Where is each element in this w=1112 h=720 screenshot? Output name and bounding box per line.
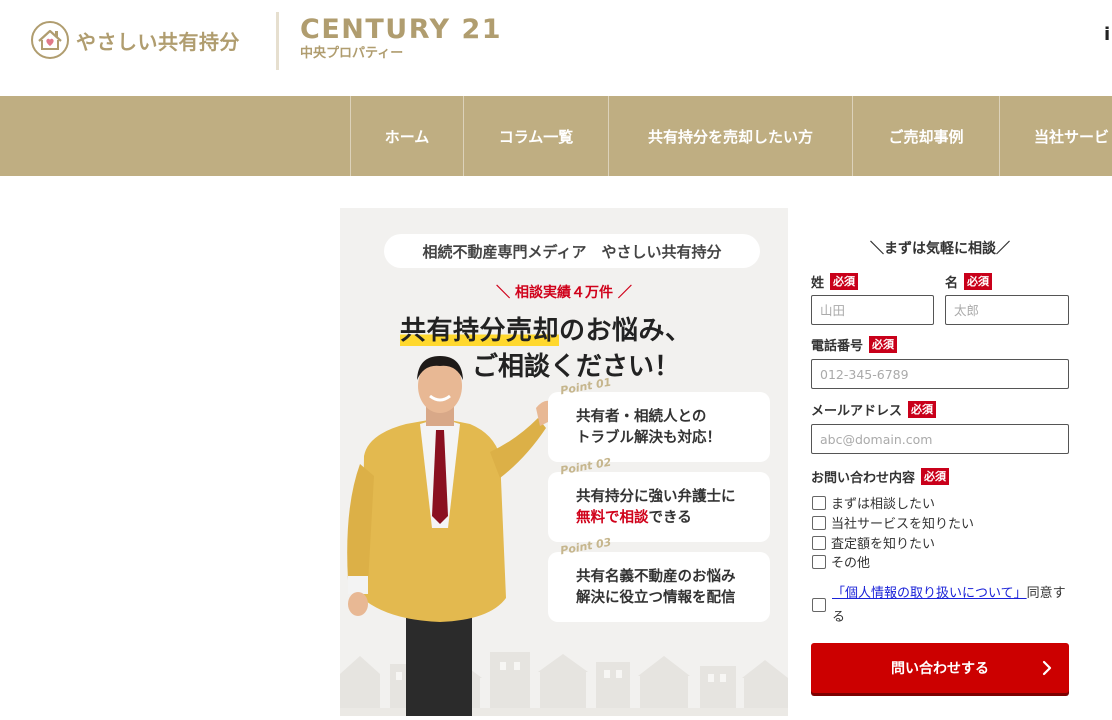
site-header: やさしい共有持分 CENTURY 21 中央プロパティー i [0,0,1112,96]
house-heart-icon [31,21,69,59]
site-name: やさしい共有持分 [76,29,240,54]
chevron-right-icon [1042,660,1052,676]
phone-label: 電話番号 必須 [811,335,898,354]
email-input[interactable] [811,424,1069,454]
nav-item-home[interactable]: ホーム [350,96,463,176]
point-line1: 共有者・相続人との [576,409,707,425]
last-name-input[interactable] [811,295,934,325]
header-edge-glyph: i [1104,24,1111,44]
submit-label: 問い合わせする [891,661,989,677]
site-logo[interactable]: やさしい共有持分 [30,20,240,60]
point-line2: トラブル解決も対応！ [576,430,721,446]
required-badge: 必須 [830,273,859,290]
checkbox[interactable] [812,554,826,569]
checkbox[interactable] [812,515,826,530]
media-pill: 相続不動産専門メディア やさしい共有持分 [384,234,760,268]
option-label: まずは相談したい [831,497,936,512]
point-card-2: Point 02 共有持分に強い弁護士に 無料で相談できる [548,456,770,542]
inquiry-option-services[interactable]: 当社サービスを知りたい [812,513,974,532]
inquiry-label: お問い合わせ内容 必須 [811,467,950,486]
phone-input[interactable] [811,359,1069,389]
nav-item-columns[interactable]: コラム一覧 [463,96,608,176]
inquiry-option-consult[interactable]: まずは相談したい [812,493,935,512]
privacy-consent: 「個人情報の取り扱いについて」同意する [812,582,1074,630]
point-line2: 解決に役立つ情報を配信 [576,590,736,606]
point-line1: 共有持分に強い弁護士に [576,489,736,505]
hero-banner: 相続不動産専門メディア やさしい共有持分 ＼ 相談実績４万件 ／ 共有持分売却の… [340,208,788,716]
last-name-label-text: 姓 [811,276,825,291]
checkbox[interactable] [812,495,826,510]
inquiry-label-text: お問い合わせ内容 [811,471,916,486]
required-badge: 必須 [908,401,937,418]
checkbox[interactable] [812,535,826,550]
email-label: メールアドレス 必須 [811,400,937,419]
email-label-text: メールアドレス [811,404,903,419]
brand-title: CENTURY 21 [300,14,503,45]
nav-item-cases[interactable]: ご売却事例 [852,96,999,176]
header-divider [276,12,279,70]
option-label: 当社サービスを知りたい [831,517,975,532]
headline-highlight: 共有持分売却 [400,316,560,346]
nav-item-sell[interactable]: 共有持分を売却したい方 [608,96,852,176]
nav-item-services[interactable]: 当社サービ [999,96,1112,176]
first-name-label: 名 必須 [945,272,993,291]
inquiry-option-appraisal[interactable]: 査定額を知りたい [812,533,935,552]
required-badge: 必須 [964,273,993,290]
required-badge: 必須 [869,336,898,353]
main-nav: ホーム コラム一覧 共有持分を売却したい方 ご売却事例 当社サービ [0,96,1112,176]
point-card-1: Point 01 共有者・相続人との トラブル解決も対応！ [548,376,770,462]
privacy-checkbox[interactable] [812,598,826,612]
option-label: 査定額を知りたい [831,537,936,552]
point-card-3: Point 03 共有名義不動産のお悩み 解決に役立つ情報を配信 [548,536,770,622]
point-highlight-free-consult: 無料で相談 [576,510,649,526]
required-badge: 必須 [921,468,950,485]
headline-rest: のお悩み、 [559,316,692,346]
brand-block[interactable]: CENTURY 21 中央プロパティー [300,14,502,62]
first-name-label-text: 名 [945,276,959,291]
contact-form: ＼まずは気軽に相談／ 姓 必須 名 必須 電話番号 必須 メールアドレス 必須 … [790,218,1090,706]
first-name-input[interactable] [945,295,1069,325]
last-name-label: 姓 必須 [811,272,859,291]
consult-record: ＼ 相談実績４万件 ／ [496,285,632,301]
point-line1: 共有名義不動産のお悩み [576,569,736,585]
option-label: その他 [831,556,871,571]
submit-button[interactable]: 問い合わせする [811,643,1069,693]
form-title: ＼まずは気軽に相談／ [870,241,1010,257]
inquiry-option-other[interactable]: その他 [812,552,870,571]
point-line2-tail: できる [648,510,692,526]
brand-subtitle: 中央プロパティー [300,46,404,61]
headline-line1: 共有持分売却のお悩み、 [400,310,692,347]
phone-label-text: 電話番号 [811,339,864,354]
spokesperson-image [347,356,556,716]
privacy-policy-link[interactable]: 「個人情報の取り扱いについて」 [832,586,1027,601]
